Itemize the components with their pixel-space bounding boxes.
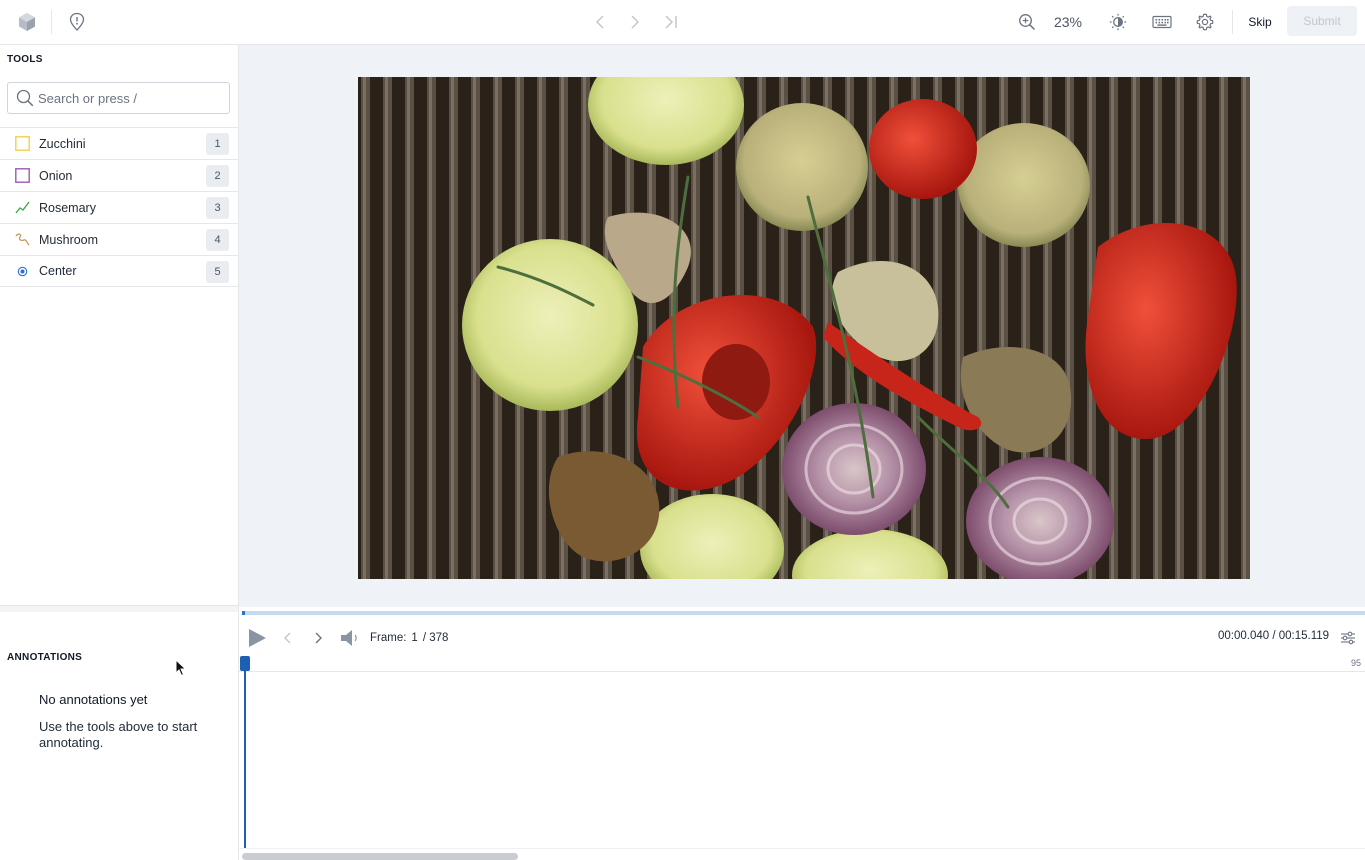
tool-item-label: Center [39,264,77,278]
annotations-section-title: ANNOTATIONS [7,652,83,663]
next-task-icon[interactable] [625,0,645,44]
keyboard-shortcuts-icon[interactable] [1150,0,1174,44]
video-progress-fill [242,611,245,615]
tool-shortcut-badge: 4 [206,229,229,251]
prev-task-icon[interactable] [590,0,610,44]
tool-item-onion[interactable]: Onion 2 [0,159,238,191]
prev-frame-icon[interactable] [283,627,291,649]
timeline-settings-sliders-icon[interactable] [1340,627,1356,649]
polyline-icon [15,200,30,215]
frame-current-value[interactable]: 1 [411,632,417,644]
tool-search-input[interactable] [38,89,223,107]
playhead-handle[interactable] [240,656,250,671]
tool-item-label: Onion [39,168,73,183]
timeline-ruler-line [239,671,1365,672]
next-frame-icon[interactable] [315,627,323,649]
freehand-icon [15,232,30,247]
horizontal-scrollbar[interactable] [242,853,518,860]
tool-list: Zucchini 1 Onion 2 Rosemary 3 Mushroom 4… [0,127,238,287]
app-logo-icon[interactable] [14,0,40,44]
last-task-icon[interactable] [660,0,682,44]
annotation-canvas[interactable] [239,45,1365,607]
timeline-bottom-divider [239,848,1365,849]
skip-button[interactable]: Skip [1245,0,1275,44]
tool-shortcut-badge: 2 [206,165,229,187]
tool-item-rosemary[interactable]: Rosemary 3 [0,191,238,223]
tool-item-mushroom[interactable]: Mushroom 4 [0,223,238,255]
tool-shortcut-badge: 1 [206,133,229,155]
brightness-icon[interactable] [1106,0,1130,44]
tool-search-box[interactable] [7,82,230,114]
tools-section-title: TOOLS [7,54,43,65]
bounding-box-icon [15,136,30,151]
annotations-empty-description: Use the tools above to start annotating. [39,719,198,750]
frame-total: / 378 [422,632,449,644]
panel-divider[interactable] [0,605,238,612]
tool-item-center[interactable]: Center 5 [0,255,238,287]
top-toolbar: 23% Skip Submit [0,0,1365,45]
video-timeline: Frame: 1 / 378 00:00.040 / 00:15.119 95 [239,607,1365,860]
point-icon [15,264,30,279]
mouse-cursor-icon [175,658,187,682]
zoom-in-icon[interactable] [1015,0,1039,44]
tool-item-label: Mushroom [39,232,99,247]
tool-shortcut-badge: 5 [206,261,229,283]
video-frame-image[interactable] [358,77,1250,579]
submit-button[interactable]: Submit [1287,6,1357,36]
bounding-box-icon [15,168,30,183]
playhead-line [244,670,246,848]
annotations-empty-title: No annotations yet [39,692,148,707]
zoom-level[interactable]: 23% [1050,0,1086,44]
tool-shortcut-badge: 3 [206,197,229,219]
video-progress-bar[interactable] [242,611,1365,615]
tool-item-label: Rosemary [39,200,96,215]
settings-gear-icon[interactable] [1193,0,1217,44]
mute-icon[interactable] [340,627,360,649]
tool-item-label: Zucchini [39,136,86,151]
tool-item-zucchini[interactable]: Zucchini 1 [0,127,238,159]
time-readout: 00:00.040 / 00:15.119 [1218,630,1330,642]
play-icon[interactable] [247,627,267,649]
frame-label: Frame: [370,632,407,644]
issue-flag-icon[interactable] [65,0,89,44]
search-icon [16,89,34,112]
timeline-ruler-number: 95 [1351,658,1362,668]
